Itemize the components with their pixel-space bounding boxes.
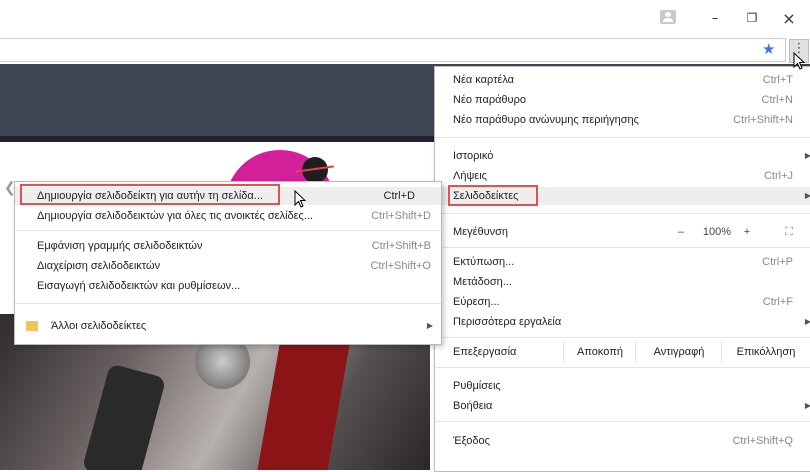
mouse-cursor-icon: [294, 190, 307, 208]
menu-item-help[interactable]: Βοήθεια ▶: [435, 397, 810, 415]
menu-item-more-tools[interactable]: Περισσότερα εργαλεία ▶: [435, 313, 810, 331]
menu-item-label: Νέα καρτέλα: [453, 74, 515, 86]
menu-separator: [435, 367, 810, 368]
menu-item-label: Έξοδος: [453, 435, 490, 447]
menu-item-zoom: Μεγέθυνση – 100% + ⛶: [435, 223, 810, 241]
menu-item-shortcut: Ctrl+F: [762, 296, 793, 308]
menu-item-label: Διαχείριση σελιδοδεικτών: [37, 260, 161, 272]
folder-icon: [26, 321, 38, 331]
menu-item-edit: Επεξεργασία Αποκοπή Αντιγραφή Επικόλληση: [435, 341, 810, 363]
zoom-level: 100%: [702, 226, 732, 238]
submenu-arrow-icon: ▶: [426, 321, 433, 330]
chrome-main-menu: Νέα καρτέλα Ctrl+T Νέο παράθυρο Ctrl+N Ν…: [434, 66, 810, 472]
submenu-item-manager[interactable]: Διαχείριση σελιδοδεικτών Ctrl+Shift+O: [15, 257, 441, 275]
menu-item-shortcut: Ctrl+J: [763, 170, 793, 182]
menu-item-print[interactable]: Εκτύπωση... Ctrl+P: [435, 253, 810, 271]
menu-item-downloads[interactable]: Λήψεις Ctrl+J: [435, 167, 810, 185]
menu-item-label: Λήψεις: [453, 170, 487, 182]
menu-item-label: Ρυθμίσεις: [453, 380, 501, 392]
submenu-item-import[interactable]: Εισαγωγή σελιδοδεικτών και ρυθμίσεων...: [15, 277, 441, 295]
profile-icon[interactable]: [660, 10, 676, 24]
menu-item-shortcut: Ctrl+Shift+O: [370, 260, 431, 272]
menu-separator: [435, 421, 810, 422]
submenu-arrow-icon: ▶: [804, 401, 810, 410]
menu-item-shortcut: Ctrl+P: [762, 256, 793, 268]
mouse-cursor-icon: [793, 52, 806, 70]
fullscreen-icon[interactable]: ⛶: [779, 223, 799, 241]
menu-separator: [435, 213, 810, 214]
menu-item-label: Εισαγωγή σελιδοδεικτών και ρυθμίσεων...: [37, 280, 241, 292]
submenu-arrow-icon: ▶: [804, 151, 810, 160]
submenu-item-bookmark-all[interactable]: Δημιουργία σελιδοδεικτών για όλες τις αν…: [15, 207, 441, 225]
highlight-annotation: [20, 184, 280, 205]
zoom-in-button[interactable]: +: [737, 223, 757, 241]
menu-item-new-window[interactable]: Νέο παράθυρο Ctrl+N: [435, 91, 810, 109]
menu-item-settings[interactable]: Ρυθμίσεις: [435, 377, 810, 395]
cut-button[interactable]: Αποκοπή: [563, 341, 636, 363]
menu-item-label: Ιστορικό: [453, 150, 494, 162]
menu-item-cast[interactable]: Μετάδοση...: [435, 273, 810, 291]
menu-item-find[interactable]: Εύρεση... Ctrl+F: [435, 293, 810, 311]
bookmark-star-icon[interactable]: ★: [762, 40, 775, 58]
submenu-item-show-bar[interactable]: Εμφάνιση γραμμής σελιδοδεικτών Ctrl+Shif…: [15, 237, 441, 255]
menu-separator: [15, 230, 441, 231]
copy-button[interactable]: Αντιγραφή: [635, 341, 722, 363]
menu-item-exit[interactable]: Έξοδος Ctrl+Shift+Q: [435, 432, 810, 450]
menu-item-label: Εύρεση...: [453, 296, 500, 308]
close-button[interactable]: ×: [779, 8, 799, 28]
menu-item-shortcut: Ctrl+T: [762, 74, 793, 86]
bookmarks-submenu: Δημιουργία σελιδοδείκτη για αυτήν τη σελ…: [14, 181, 442, 345]
menu-item-shortcut: Ctrl+N: [761, 94, 793, 106]
menu-item-label: Περισσότερα εργαλεία: [453, 316, 562, 328]
menu-item-label: Βοήθεια: [453, 400, 493, 412]
menu-item-label: Εκτύπωση...: [453, 256, 515, 268]
minimize-button[interactable]: –: [705, 8, 725, 28]
menu-item-label: Άλλοι σελιδοδείκτες: [51, 320, 147, 332]
paste-button[interactable]: Επικόλληση: [721, 341, 810, 363]
menu-item-label: Νέο παράθυρο ανώνυμης περιήγησης: [453, 114, 639, 126]
menu-item-incognito[interactable]: Νέο παράθυρο ανώνυμης περιήγησης Ctrl+Sh…: [435, 111, 810, 129]
submenu-arrow-icon: ▶: [804, 317, 810, 326]
menu-item-label: Νέο παράθυρο: [453, 94, 526, 106]
highlight-annotation: [448, 185, 538, 206]
menu-item-label: Μεγέθυνση: [453, 226, 509, 238]
submenu-arrow-icon: ▶: [804, 191, 810, 200]
menu-item-shortcut: Ctrl+Shift+D: [371, 210, 431, 222]
menu-item-label: Εμφάνιση γραμμής σελιδοδεικτών: [37, 240, 203, 252]
menu-item-history[interactable]: Ιστορικό ▶: [435, 147, 810, 165]
menu-item-label: Επεξεργασία: [453, 346, 517, 358]
menu-separator: [435, 337, 810, 338]
menu-item-label: Δημιουργία σελιδοδεικτών για όλες τις αν…: [37, 210, 314, 222]
restore-button[interactable]: ❐: [742, 8, 762, 28]
menu-separator: [435, 137, 810, 138]
menu-item-label: Μετάδοση...: [453, 276, 512, 288]
menu-separator: [15, 303, 441, 304]
menu-item-shortcut: Ctrl+Shift+B: [371, 240, 431, 252]
submenu-item-other-bookmarks[interactable]: Άλλοι σελιδοδείκτες ▶: [15, 317, 441, 335]
menu-separator: [435, 247, 810, 248]
address-bar[interactable]: [0, 38, 786, 62]
zoom-out-button[interactable]: –: [671, 223, 691, 241]
menu-item-new-tab[interactable]: Νέα καρτέλα Ctrl+T: [435, 71, 810, 89]
menu-item-shortcut: Ctrl+Shift+Q: [732, 435, 793, 447]
title-bar: – ❐ ×: [0, 0, 810, 36]
menu-item-shortcut: Ctrl+Shift+N: [733, 114, 793, 126]
menu-item-shortcut: Ctrl+D: [383, 190, 415, 202]
